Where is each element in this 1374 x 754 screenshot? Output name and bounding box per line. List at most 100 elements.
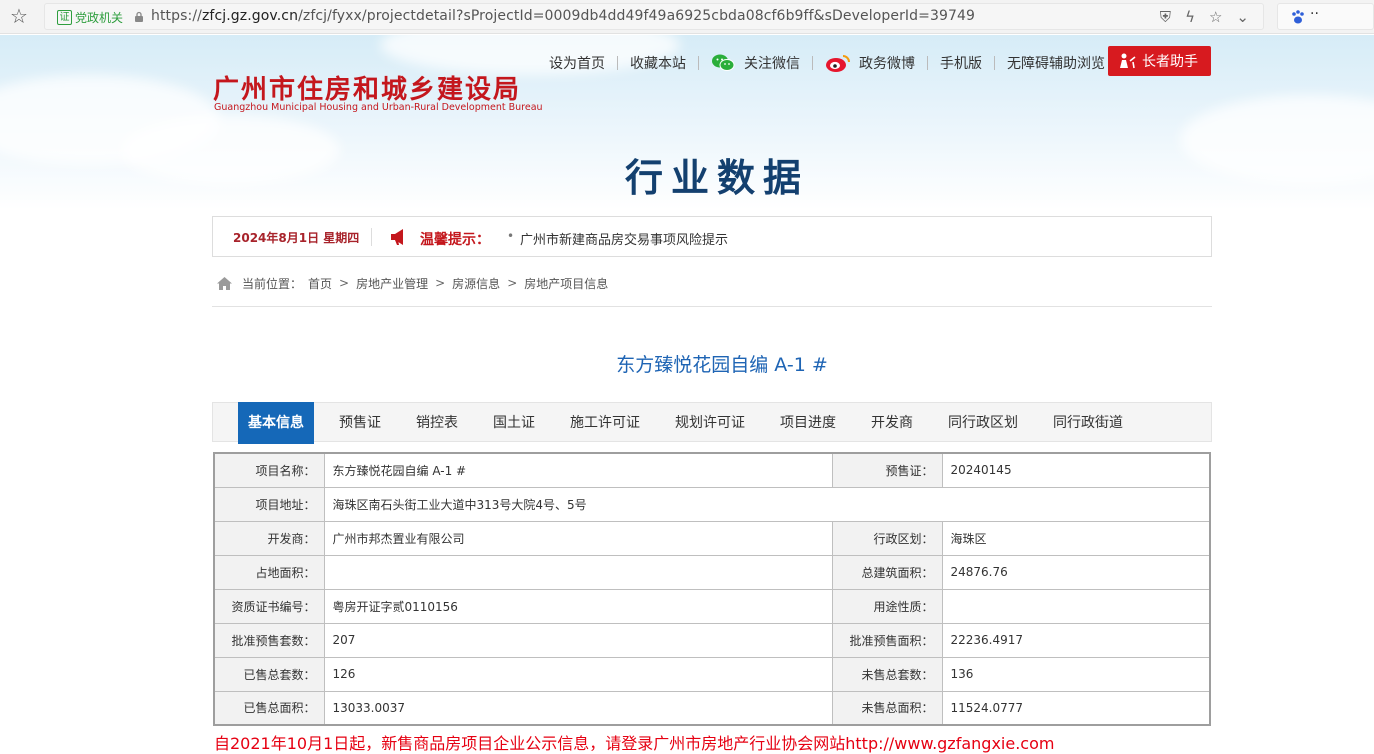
table-row: 占地面积： 总建筑面积： 24876.76 [213,554,1211,590]
elder-assistant-label: 长者助手 [1142,54,1198,70]
breadcrumb-item-listings[interactable]: 房源信息 [452,275,500,292]
search-engine-text: ·· [1310,6,1319,22]
accessible-browse-link[interactable]: 无障碍辅助浏览 [1007,53,1105,73]
site-logo-en: Guangzhou Municipal Housing and Urban-Ru… [214,102,543,113]
bookmark-site-link[interactable]: 收藏本站 [630,53,686,73]
table-row: 项目名称： 东方臻悦花园自编 A-1 # 预售证： 20240145 [213,452,1211,488]
project-title: 东方臻悦花园自编 A-1 # [616,354,828,376]
field-label: 批准预售套数： [213,622,325,658]
table-row: 项目地址： 海珠区南石头街工业大道中313号大院4号、5号 [213,486,1211,522]
address-bar-actions: ⛨ ϟ ☆ ⌄ [1160,8,1249,26]
field-value: 13033.0037 [323,690,833,726]
breadcrumb-separator: > [339,276,350,290]
current-date: 2024年8月1日 星期四 [233,231,360,245]
gov-cert-badge[interactable]: 证 党政机关 [57,10,123,25]
mobile-version-link[interactable]: 手机版 [940,53,982,73]
field-label: 已售总面积： [213,690,325,726]
notice-divider [371,228,372,246]
tab-progress[interactable]: 项目进度 [780,403,836,443]
project-tabs: 基本信息 预售证 销控表 国土证 施工许可证 规划许可证 项目进度 开发商 同行… [212,402,1212,444]
field-value: 海珠区南石头街工业大道中313号大院4号、5号 [323,486,1211,522]
notice-bar: 2024年8月1日 星期四 温馨提示： • 广州市新建商品房交易事项风险提示 [212,216,1212,257]
breadcrumb: 当前位置： 首页 > 房地产业管理 > 房源信息 > 房地产项目信息 [216,274,608,292]
cert-label: 党政机关 [75,11,124,25]
site-logo-cn[interactable]: 广州市住房和城乡建设局 [213,69,521,106]
nav-divider [994,56,995,70]
elder-person-icon [1120,53,1136,69]
search-engine-box[interactable]: ·· [1277,3,1374,30]
baidu-paw-icon [1292,10,1304,24]
field-value: 粤房开证字贰0110156 [323,588,833,624]
set-homepage-link[interactable]: 设为首页 [549,53,605,73]
table-row: 已售总面积： 13033.0037 未售总面积： 11524.0777 [213,690,1211,726]
bookmark-star-icon[interactable]: ☆ [10,5,28,27]
field-label: 占地面积： [213,554,325,590]
table-row: 已售总套数： 126 未售总套数： 136 [213,656,1211,692]
field-label: 项目名称： [213,452,325,488]
field-label: 项目地址： [213,486,325,522]
field-value: 东方臻悦花园自编 A-1 # [323,452,833,488]
tab-construction-permit[interactable]: 施工许可证 [570,403,640,443]
chevron-down-icon[interactable]: ⌄ [1236,8,1249,26]
field-value: 24876.76 [941,554,1211,590]
weibo-label: 政务微博 [859,56,915,72]
field-value [941,588,1211,624]
nav-divider [812,56,813,70]
field-label: 批准预售面积： [831,622,943,658]
lightning-icon[interactable]: ϟ [1185,8,1195,26]
field-label: 总建筑面积： [831,554,943,590]
address-bar[interactable]: 证 党政机关 https://zfcj.gz.gov.cn/zfcj/fyxx/… [44,3,1264,30]
field-value: 207 [323,622,833,658]
field-value [323,554,833,590]
field-label: 预售证： [831,452,943,488]
table-row: 开发商： 广州市邦杰置业有限公司 行政区划： 海珠区 [213,520,1211,556]
bullet-icon: • [507,229,515,243]
wechat-link[interactable]: 关注微信 [711,53,800,73]
megaphone-icon [391,229,403,245]
tab-land-cert[interactable]: 国土证 [493,403,535,443]
field-value: 126 [323,656,833,692]
elder-assistant-button[interactable]: 长者助手 [1108,46,1211,76]
tab-developer[interactable]: 开发商 [871,403,913,443]
field-label: 未售总套数： [831,656,943,692]
breadcrumb-item-home[interactable]: 首页 [308,275,332,292]
field-label: 开发商： [213,520,325,556]
field-label: 用途性质： [831,588,943,624]
field-value: 20240145 [941,452,1211,488]
breadcrumb-item-project-info[interactable]: 房地产项目信息 [524,275,608,292]
project-info-table: 项目名称： 东方臻悦花园自编 A-1 # 预售证： 20240145 项目地址：… [213,452,1211,726]
tab-planning-permit[interactable]: 规划许可证 [675,403,745,443]
weibo-icon [826,55,850,72]
nav-divider [927,56,928,70]
weibo-link[interactable]: 政务微博 [825,53,915,73]
breadcrumb-prefix: 当前位置： [242,276,303,291]
breadcrumb-item-real-estate[interactable]: 房地产业管理 [356,275,428,292]
section-title: 行业数据 [624,156,809,200]
breadcrumb-separator: > [507,276,518,290]
tab-basic-info[interactable]: 基本信息 [238,402,314,444]
wechat-label: 关注微信 [744,56,800,72]
cert-icon: 证 [57,10,72,25]
url-text[interactable]: https://zfcj.gz.gov.cn/zfcj/fyxx/project… [151,8,975,24]
field-label: 未售总面积： [831,690,943,726]
tab-sales-control[interactable]: 销控表 [416,403,458,443]
home-icon [217,276,232,290]
shield-icon[interactable]: ⛨ [1160,8,1171,26]
field-label: 行政区划： [831,520,943,556]
field-value: 广州市邦杰置业有限公司 [323,520,833,556]
association-notice[interactable]: 自2021年10月1日起，新售商品房项目企业公示信息，请登录广州市房地产行业协会… [214,730,1054,754]
nav-divider [698,56,699,70]
tab-same-street[interactable]: 同行政街道 [1053,403,1123,443]
notice-link[interactable]: 广州市新建商品房交易事项风险提示 [520,229,728,248]
lock-icon[interactable] [133,11,145,23]
breadcrumb-divider [212,306,1212,307]
notice-label: 温馨提示： [420,232,490,248]
field-value: 136 [941,656,1211,692]
tab-presale-permit[interactable]: 预售证 [339,403,381,443]
tab-same-district[interactable]: 同行政区划 [948,403,1018,443]
breadcrumb-separator: > [435,276,446,290]
field-value: 11524.0777 [941,690,1211,726]
field-value: 海珠区 [941,520,1211,556]
wechat-icon [712,54,735,71]
favorite-star-icon[interactable]: ☆ [1209,8,1222,26]
